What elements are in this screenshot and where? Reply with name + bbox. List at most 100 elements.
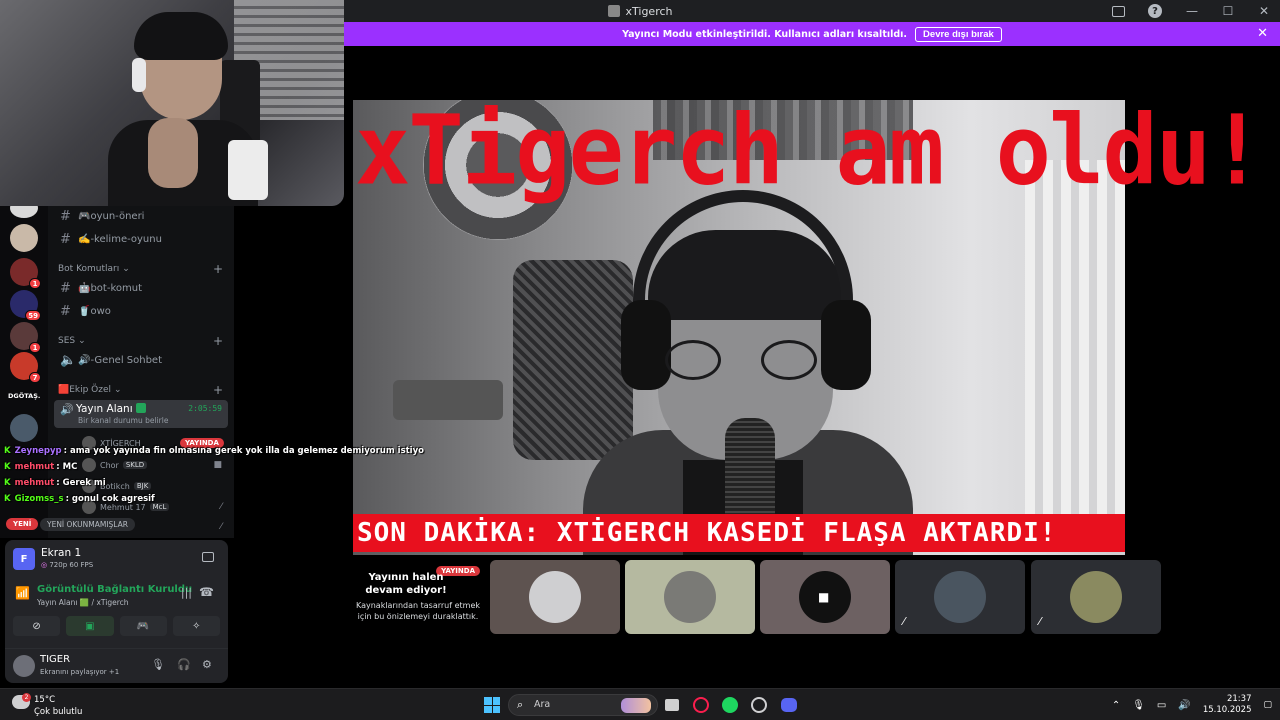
chat-text: : ama yok yayında fin olmasına gerek yok… [63,446,424,456]
kick-icon: K [4,494,11,504]
chat-user: mehmut [14,478,55,488]
participant-tile[interactable]: ⁄ [1031,560,1161,634]
steam-icon [751,697,767,713]
server-label[interactable]: DGÖTAŞ. [8,392,40,400]
channel-kelime-oyunu[interactable]: # ✍️-kelime-oyunu [60,231,162,247]
paused-preview-notice: YAYINDA Yayının halen devam ediyor! Kayn… [352,566,484,634]
gear-icon[interactable]: ⚙ [202,658,212,671]
user-name[interactable]: TIGER [40,654,70,665]
channel-owo[interactable]: # 🥤owo [60,303,111,319]
microphone-icon[interactable]: 🎙 [151,658,165,671]
server-icon[interactable]: 1 [10,322,41,353]
start-button[interactable] [482,695,502,715]
windows-icon [484,697,500,713]
search-placeholder: Ara [534,699,551,710]
server-icon[interactable]: 59 [10,290,41,321]
minimize-button[interactable]: — [1184,4,1200,18]
server-icon[interactable]: 1 [10,258,41,289]
chat-text: : MC [56,462,78,472]
taskbar-search[interactable]: ⌕ Ara [508,694,658,716]
volume-icon[interactable]: 🔊 [1178,700,1190,711]
steam-button[interactable] [749,695,769,715]
voice-user[interactable]: Chor SKLD [82,458,148,472]
disable-streamer-mode-button[interactable]: Devre dışı bırak [915,26,1002,42]
screen-share-button[interactable]: ▣ [66,616,114,636]
task-view-button[interactable] [662,695,682,715]
active-voice-channel[interactable]: 🔊 Yayın Alanı 2:05:59 Bir kanal durumu b… [54,400,228,428]
screen-share-icon: ▣ [85,620,95,632]
category-ekip-ozel[interactable]: 🟥Ekip Özel ⌄ + [58,383,223,397]
discord-button[interactable] [779,695,799,715]
stream-headline: xTigerch am oldu! [355,94,1265,207]
connection-sub[interactable]: Yayın Alanı 🟩 / xTigerch [37,598,129,607]
avatar [82,458,96,472]
close-window-button[interactable]: ✕ [1256,4,1272,18]
server-icon[interactable] [10,224,38,252]
participant-tile[interactable] [625,560,755,634]
server-tag: SKLD [122,461,148,469]
window-title: xTigerch [607,5,673,18]
channel-name: 🎮oyun-öneri [78,210,145,222]
chat-user: Gizomss_s [14,494,64,504]
stop-stream-icon[interactable] [202,552,214,562]
help-button[interactable]: ? [1148,4,1164,18]
camera-off-button[interactable]: ⊘ [13,616,61,636]
camera-icon: ■ [213,460,222,470]
avatar [664,571,716,623]
paused-subtitle: Kaynaklarından tasarruf etmek için bu ön… [355,601,481,622]
opera-gx-button[interactable] [691,695,711,715]
search-icon: ⌕ [517,698,524,711]
notifications-icon[interactable]: ▢ [1263,700,1272,710]
channel-bot-komut[interactable]: # 🤖bot-komut [60,280,142,296]
desk-items [393,380,503,420]
category-bot-komutlari[interactable]: Bot Komutları ⌄ + [58,262,223,276]
channel-genel-sohbet[interactable]: 🔈 🔊-Genel Sohbet [60,352,162,368]
avatar[interactable] [13,655,35,677]
streamer-mode-banner: Yayıncı Modu etkinleştirildi. Kullanıcı … [344,22,1280,46]
new-messages-badge[interactable]: YENİ [6,518,39,530]
soundboard-button[interactable]: ✧ [172,616,220,636]
add-channel-icon[interactable]: + [213,383,223,397]
text-channel-icon: # [60,280,71,296]
chevron-down-icon: ⌄ [78,336,86,346]
server-icon[interactable]: 7 [10,352,41,383]
spotify-button[interactable] [720,695,740,715]
signal-icon: 📶 [15,586,30,600]
add-channel-icon[interactable]: + [213,334,223,348]
category-name: SES [58,336,76,346]
headphones-icon[interactable]: 🎧 [177,658,191,671]
channel-status-prompt[interactable]: Bir kanal durumu belirle [78,416,168,425]
webcam-overlay [0,0,344,206]
disconnect-icon[interactable]: ☎ [199,585,214,599]
server-icon[interactable] [10,414,38,442]
chevron-down-icon: ⌄ [114,385,122,395]
app-logo-icon [607,5,620,17]
chevron-up-icon[interactable]: ⌃ [1112,700,1120,711]
voice-controls: ⊘ ▣ 🎮 ✧ [13,616,220,636]
add-channel-icon[interactable]: + [213,262,223,276]
noise-suppression-icon[interactable]: ||| [181,586,192,599]
maximize-button[interactable]: ☐ [1220,4,1236,18]
gamepad-icon: 🎮 [136,620,150,632]
unread-messages-button[interactable]: YENİ OKUNMAMIŞLAR [40,518,135,531]
participant-tile[interactable]: ■ [760,560,890,634]
participant-tile[interactable]: ⁄ [895,560,1025,634]
banner-close-icon[interactable]: ✕ [1257,26,1268,41]
time: 21:37 [1226,693,1252,704]
connection-title[interactable]: Görüntülü Bağlantı Kuruldu [37,584,192,595]
category-name: 🟥Ekip Özel [58,385,112,395]
microphone-icon[interactable]: 🎙 [1132,700,1145,711]
channel-oyun-oneri[interactable]: # 🎮oyun-öneri [60,208,144,224]
network-icon[interactable]: ▭ [1157,700,1166,711]
weather-widget[interactable]: 2 15°C Çok bulutlu [10,693,90,719]
spotify-icon [722,697,738,713]
participant-tile[interactable] [490,560,620,634]
chat-text: : Gerek mi [56,478,106,488]
chat-message: K Zeynepyp: ama yok yayında fin olmasına … [4,446,424,456]
muted-icon: ⁄ [1039,615,1041,628]
text-channel-icon: # [60,303,71,319]
inbox-button[interactable] [1112,5,1128,17]
clock[interactable]: 21:37 15.10.2025 [1203,694,1252,717]
activity-button[interactable]: 🎮 [119,616,167,636]
category-ses[interactable]: SES ⌄ + [58,334,223,348]
